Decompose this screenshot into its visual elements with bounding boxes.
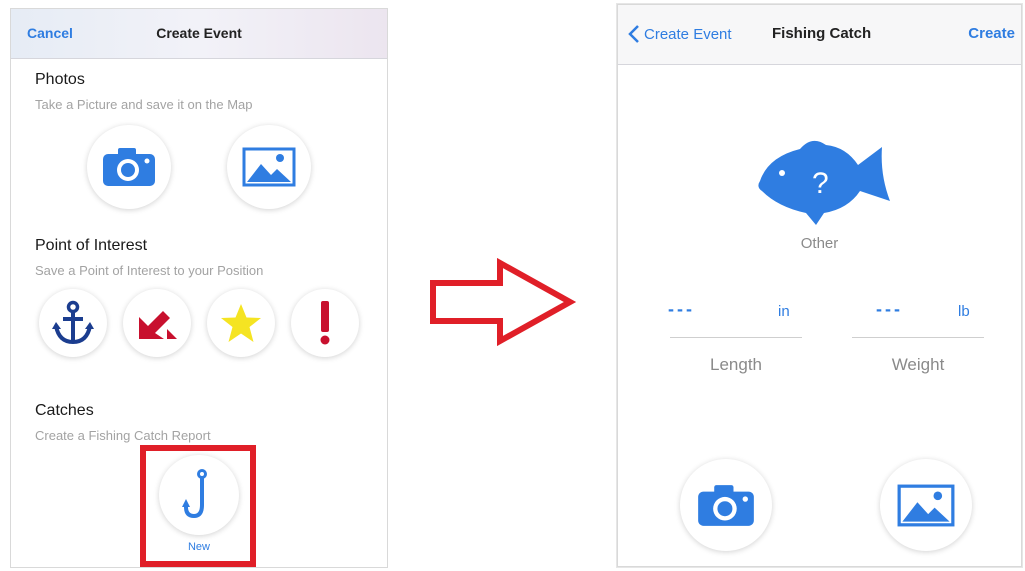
back-button-label: Create Event	[644, 25, 732, 43]
length-label: Length	[710, 355, 762, 374]
anchor-icon	[52, 300, 94, 345]
image-icon	[897, 484, 955, 526]
image-icon	[242, 147, 296, 187]
length-unit: in	[778, 303, 790, 320]
star-icon	[221, 304, 261, 342]
photos-section-title: Photos	[35, 71, 85, 88]
favorite-poi-button[interactable]	[207, 289, 275, 357]
page-title: Fishing Catch	[772, 25, 872, 42]
back-button[interactable]: Create Event	[628, 25, 732, 43]
create-button[interactable]: Create	[968, 25, 1015, 42]
fish-species-label: Other	[800, 235, 839, 252]
chevron-left-icon	[628, 25, 639, 43]
poi-section-subtitle: Save a Point of Interest to your Positio…	[35, 263, 264, 278]
warning-poi-button[interactable]	[291, 289, 359, 357]
take-photo-button[interactable]	[87, 125, 171, 209]
page-title: Create Event	[156, 25, 242, 41]
choose-image-button[interactable]	[880, 459, 972, 551]
anchor-poi-button[interactable]	[39, 289, 107, 357]
weight-unit: lb	[958, 303, 970, 320]
catches-section-title: Catches	[35, 402, 94, 419]
camera-icon	[698, 484, 754, 526]
take-photo-button[interactable]	[680, 459, 772, 551]
highlight-box	[140, 445, 256, 567]
weight-value: ---	[876, 299, 903, 319]
choose-image-button[interactable]	[227, 125, 311, 209]
photos-section-subtitle: Take a Picture and save it on the Map	[35, 97, 253, 112]
navigation-bar: Cancel Create Event	[11, 9, 387, 59]
navigation-bar: Create Event Fishing Catch Create	[618, 5, 1021, 65]
direction-poi-button[interactable]	[123, 289, 191, 357]
exclamation-icon	[320, 301, 330, 345]
right-arrow-icon	[430, 258, 577, 346]
fishing-catch-screen: Create Event Fishing Catch Create ? Othe…	[617, 4, 1022, 567]
length-value: ---	[668, 299, 695, 319]
camera-icon	[103, 148, 155, 186]
fish-question-icon[interactable]: ?	[754, 135, 902, 227]
catches-section-subtitle: Create a Fishing Catch Report	[35, 428, 211, 443]
weight-underline	[852, 337, 984, 338]
weight-label: Weight	[891, 355, 945, 374]
svg-text:?: ?	[812, 167, 829, 200]
poi-section-title: Point of Interest	[35, 237, 148, 254]
length-underline	[670, 337, 802, 338]
arrow-down-left-icon	[139, 311, 177, 339]
